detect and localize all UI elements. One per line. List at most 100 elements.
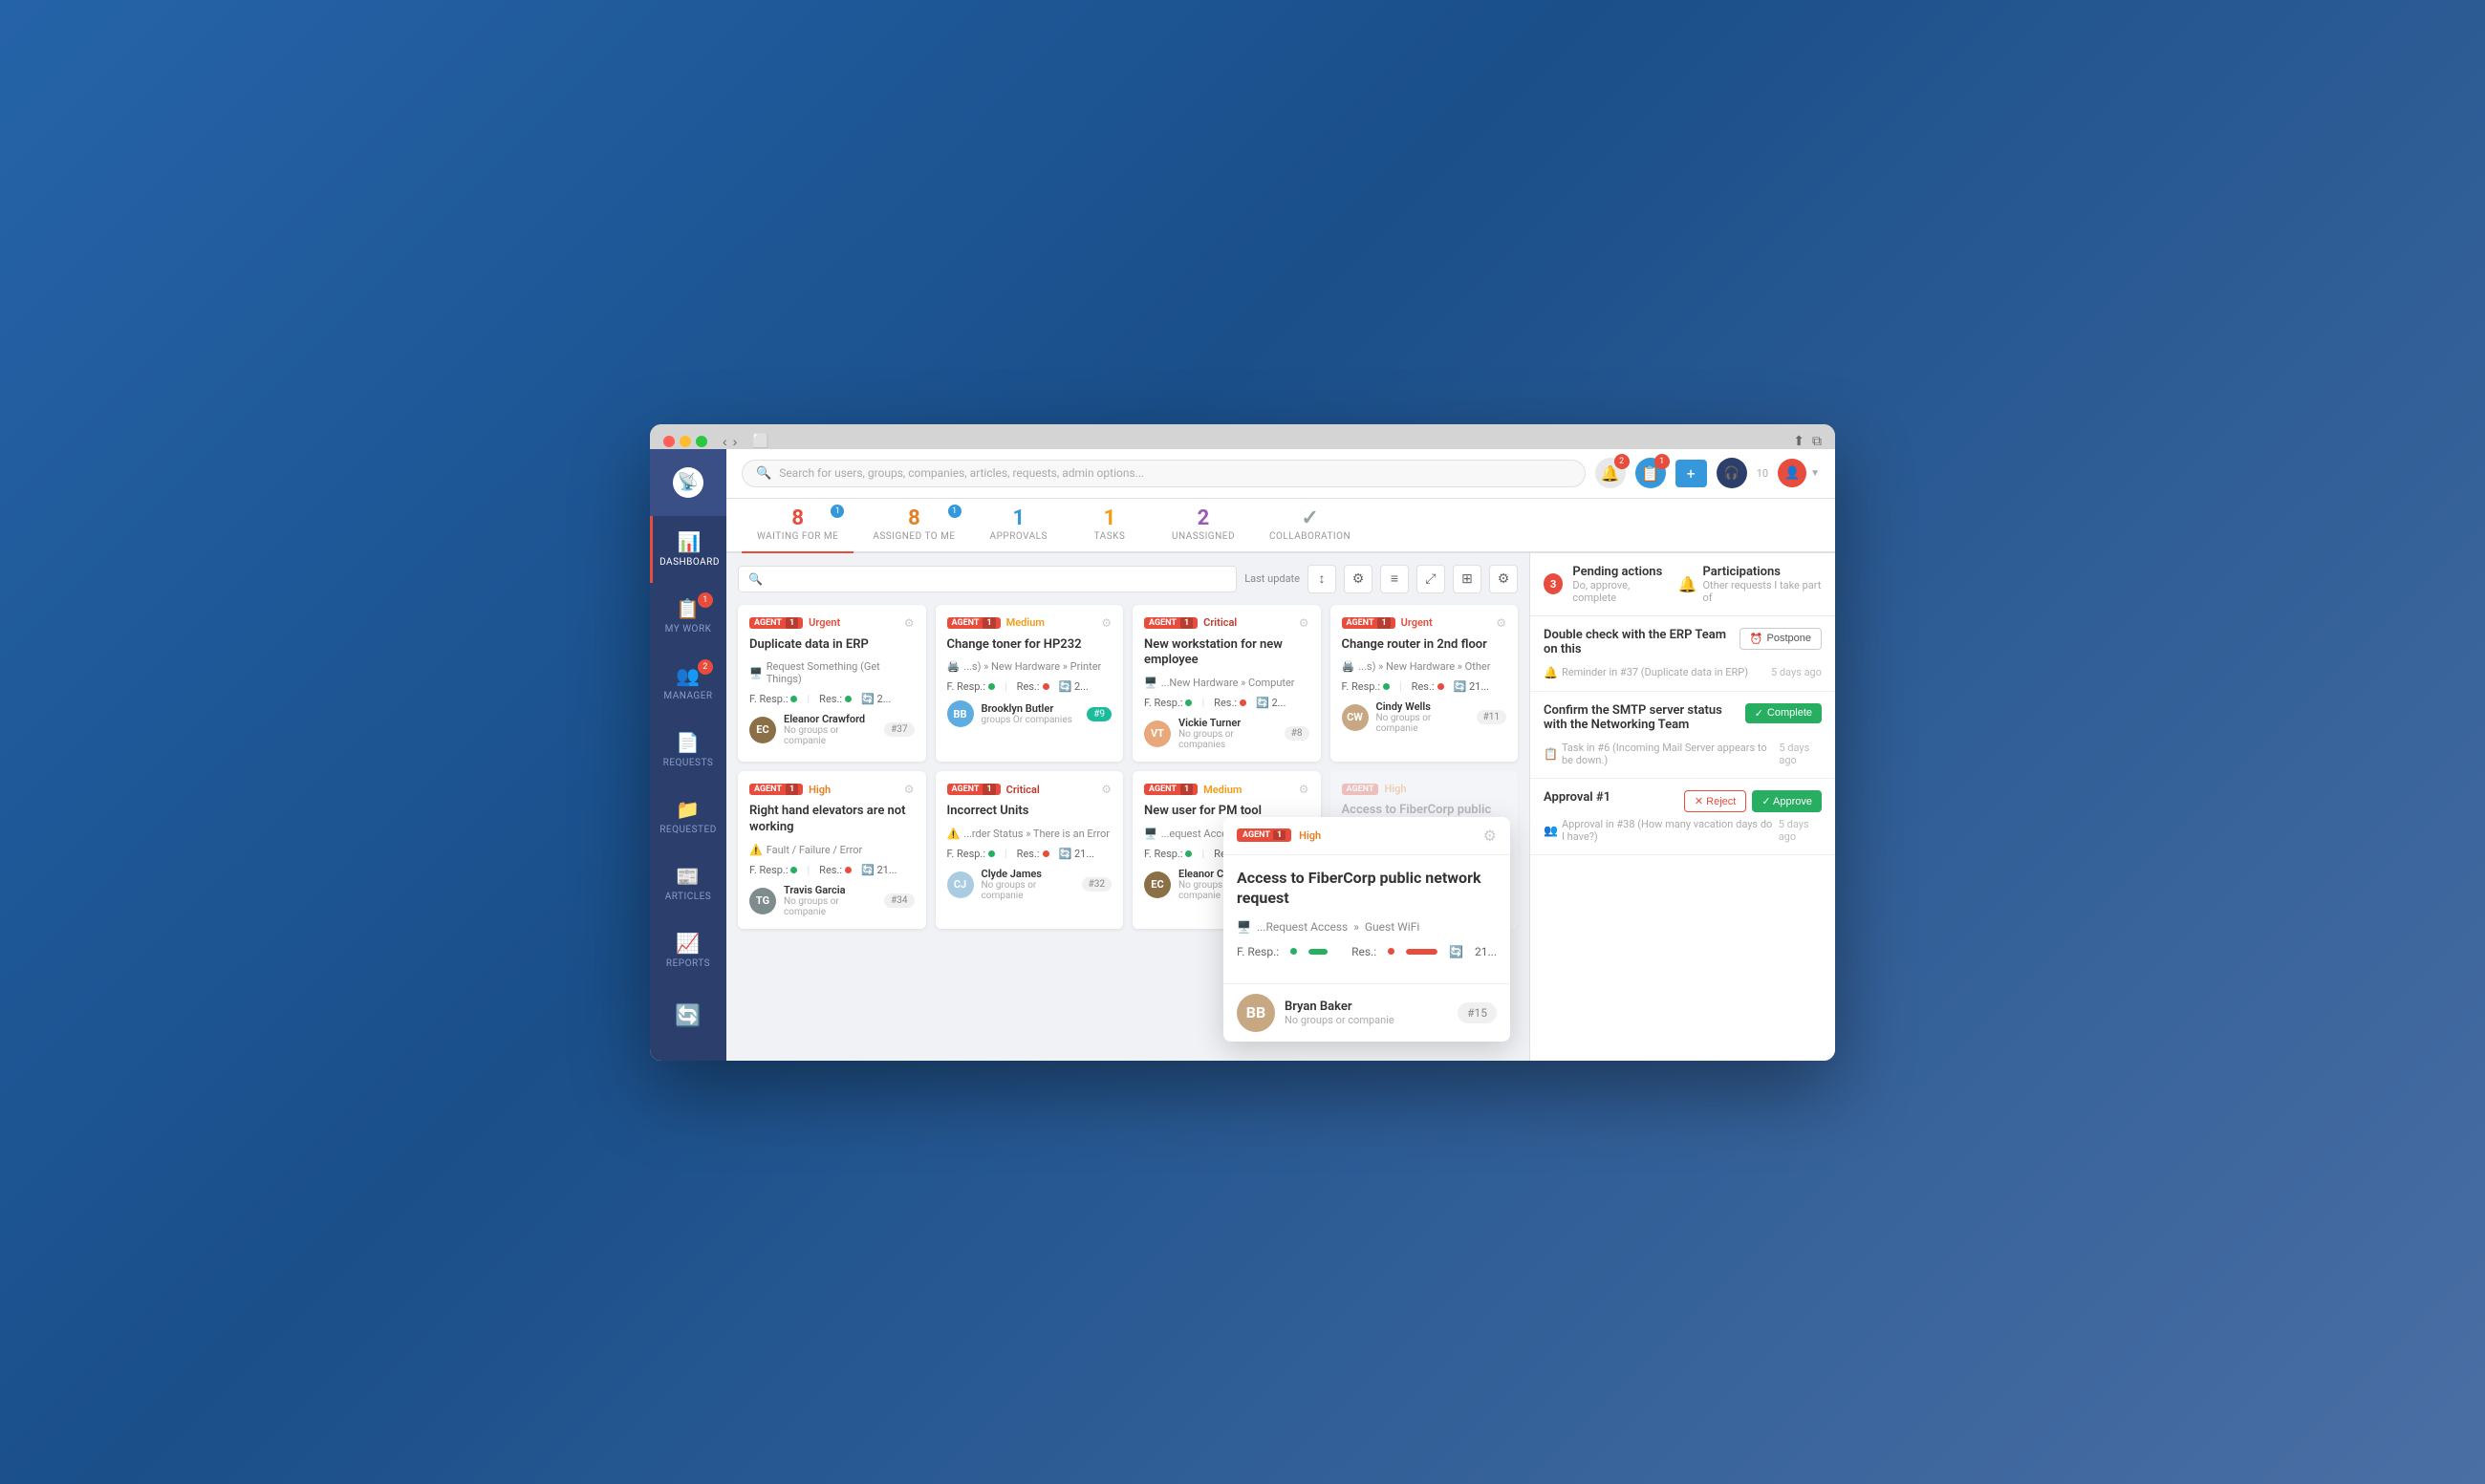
tab-tasks[interactable]: 1 TASKS [1067,499,1153,553]
help-button[interactable]: 🔄 [650,988,726,1045]
cat-text-5: Fault / Failure / Error [767,844,863,856]
priority-6: Critical [1006,784,1040,796]
participations-info: Participations Other requests I take par… [1702,565,1822,604]
minimize-button[interactable] [680,436,691,447]
panel-item-2-meta: 📋 Task in #6 (Incoming Mail Server appea… [1544,742,1822,766]
user-avatar: 👤 [1778,459,1806,487]
f-resp-dot-3 [1185,699,1192,706]
cat-icon-6: ⚠️ [947,828,961,840]
tab-collaboration[interactable]: ✓ COLLABORATION [1254,499,1366,553]
res-dot-4 [1437,683,1444,690]
close-button[interactable] [663,436,675,447]
sort-button[interactable]: ↕ [1307,565,1336,593]
view-toggle-button[interactable]: ≡ [1380,565,1409,593]
tab-waiting[interactable]: 1 8 WAITING FOR ME [742,499,854,553]
sidebar-item-articles[interactable]: 📰 ARTICLES [650,850,726,917]
assigned-super-badge: 1 [948,505,962,518]
user-avatar-1: EC [749,717,776,743]
search-icon: 🔍 [756,466,771,481]
floating-gear-icon[interactable]: ⚙ [1483,827,1497,845]
res-4: Res.: [1412,680,1444,693]
comment-count-3: 🔄 2... [1256,697,1286,709]
forward-button[interactable]: › [733,434,738,449]
gear-icon-7[interactable]: ⚙ [1299,783,1309,796]
sidebar-item-dashboard[interactable]: 📊 DASHBOARD [650,516,726,583]
tab-assigned[interactable]: 1 8 ASSIGNED TO ME [857,499,970,553]
search-bar[interactable]: 🔍 Search for users, groups, companies, a… [742,460,1586,487]
ticket-badge-2: #9 [1087,707,1112,721]
floating-cat-end: Guest WiFi [1365,920,1419,934]
reject-button[interactable]: ✕ Reject [1684,790,1746,812]
card-1-title: Duplicate data in ERP [749,637,915,654]
floating-card-popup[interactable]: AGENT 1 High ⚙ Access to FiberCorp publi… [1223,817,1510,1042]
sidebar-item-reports[interactable]: 📈 REPORTS [650,917,726,984]
postpone-button[interactable]: ⏰ Postpone [1740,628,1822,650]
expand-button[interactable]: ⤢ [1416,565,1445,593]
ticket-num-4: #11 [1477,710,1506,724]
complete-button[interactable]: ✓ Complete [1745,703,1822,723]
filter-button[interactable]: ⚙ [1344,565,1372,593]
ticket-num-1: #37 [884,722,914,737]
approve-button[interactable]: ✓ Approve [1752,790,1822,812]
share-icon[interactable]: ⬆ [1793,434,1804,449]
mywork-badge: 1 [698,592,713,608]
gear-icon-4[interactable]: ⚙ [1496,616,1506,630]
res-dot-6 [1043,850,1049,857]
res-1: Res.: [819,693,852,705]
ticket-card-4[interactable]: AGENT 1 Urgent ⚙ Change router in 2nd fl… [1330,605,1519,763]
res-5: Res.: [819,864,852,876]
right-panel-header: 3 Pending actions Do, approve, complete … [1530,553,1835,616]
f-resp-5: F. Resp.: [749,864,797,876]
cards-search-input[interactable]: 🔍 [738,566,1237,592]
floating-f-resp-label: F. Resp.: [1237,945,1279,958]
floating-res-dot [1388,948,1394,955]
copy-icon[interactable]: ⧉ [1812,434,1822,449]
user-menu[interactable]: 👤 ▼ [1778,459,1820,487]
sidebar-item-manager[interactable]: 2 👥 MANAGER [650,650,726,717]
gear-icon-5[interactable]: ⚙ [904,783,915,796]
gear-icon-6[interactable]: ⚙ [1101,783,1112,796]
card-3-stats: F. Resp.: | Res.: 🔄 2... [1144,697,1309,709]
sidebar-item-requests[interactable]: 📄 REQUESTS [650,717,726,784]
user-avatar-4: CW [1342,704,1369,731]
maximize-button[interactable] [696,436,707,447]
content-area: 🔍 Last update ↕ ⚙ ≡ ⤢ ⊞ ⚙ [726,553,1835,1061]
card-2-header: AGENT 1 Medium ⚙ [947,616,1113,630]
card-6-title: Incorrect Units [947,804,1113,820]
card-1-header: AGENT 1 Urgent ⚙ [749,616,915,630]
alerts-btn[interactable]: 📋 1 [1635,458,1666,488]
ticket-card-1[interactable]: AGENT 1 Urgent ⚙ Duplicate data in ERP 🖥… [738,605,926,763]
approve-icon: ✓ [1761,796,1770,807]
ticket-card-3[interactable]: AGENT 1 Critical ⚙ New workstation for n… [1133,605,1321,763]
headset-btn[interactable]: 🎧 [1717,458,1747,488]
settings-button[interactable]: ⚙ [1489,565,1518,593]
user-sub-1: No groups or companie [784,725,876,746]
tab-unassigned[interactable]: 2 UNASSIGNED [1156,499,1250,553]
panel-item-3-time: 5 days ago [1779,818,1822,843]
gear-icon-1[interactable]: ⚙ [904,616,915,630]
card-4-category: 🖨️ ...s) » New Hardware » Other [1342,660,1507,673]
sidebar-item-requested[interactable]: 📁 REQUESTED [650,784,726,850]
gear-icon-2[interactable]: ⚙ [1101,616,1112,630]
add-button[interactable]: + [1675,460,1707,487]
floating-f-resp-dot [1290,948,1297,955]
floating-refresh-icon: 🔄 [1449,945,1463,958]
ticket-card-2[interactable]: AGENT 1 Medium ⚙ Change toner for HP232 … [936,605,1124,763]
top-header: 🔍 Search for users, groups, companies, a… [726,449,1835,499]
gear-icon-3[interactable]: ⚙ [1299,616,1309,630]
back-button[interactable]: ‹ [723,434,727,449]
panel-item-1-time: 5 days ago [1771,666,1822,678]
cat-icon-1: 🖥️ [749,667,763,679]
agent-badge-1: AGENT 1 [749,617,803,629]
tab-bar: 1 8 WAITING FOR ME 1 8 ASSIGNED TO ME 1 … [726,499,1835,553]
priority-5: High [809,784,831,796]
requested-icon: 📁 [676,798,700,821]
floating-cat-text: ...Request Access [1257,920,1348,934]
tab-approvals[interactable]: 1 APPROVALS [975,499,1063,553]
notification-btn[interactable]: 🔔 2 [1595,458,1626,488]
ticket-card-5[interactable]: AGENT 1 High ⚙ Right hand elevators are … [738,771,926,929]
sidebar-item-mywork[interactable]: 1 📋 MY WORK [650,583,726,650]
ticket-card-6[interactable]: AGENT 1 Critical ⚙ Incorrect Units ⚠️ ..… [936,771,1124,929]
priority-4: Urgent [1401,616,1433,629]
grid-view-button[interactable]: ⊞ [1453,565,1481,593]
